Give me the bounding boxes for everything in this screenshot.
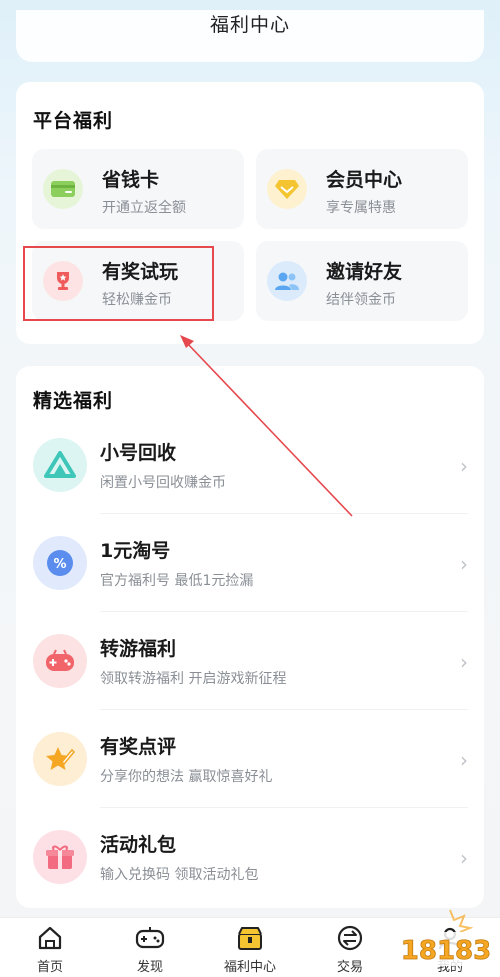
tab-home[interactable]: 首页 [10,924,90,975]
item-subtitle: 官方福利号 最低1元捡漏 [100,573,254,589]
tab-trade[interactable]: 交易 [310,924,390,975]
gift-icon [33,830,87,884]
tile-invite-friends[interactable]: 邀请好友 结伴领金币 [256,241,468,321]
exchange-icon [310,924,390,952]
item-subtitle: 闲置小号回收赚金币 [100,475,226,491]
tab-welfare-center[interactable]: 福利中心 [210,924,290,975]
tab-label: 交易 [336,960,363,975]
svg-text:18183: 18183 [401,936,491,966]
home-icon [10,924,90,952]
gamepad-icon [33,634,87,688]
tile-title: 邀请好友 [326,261,403,283]
tab-discover[interactable]: 发现 [110,924,190,975]
item-title: 转游福利 [100,638,177,660]
tile-subtitle: 结伴领金币 [326,292,396,308]
watermark-logo: 18183 [390,906,500,977]
tile-member-center[interactable]: 会员中心 享专属特惠 [256,149,468,229]
item-title: 小号回收 [100,442,177,464]
item-title: 1元淘号 [100,540,171,562]
page-title: 福利中心 [209,13,290,36]
item-title: 活动礼包 [100,834,177,856]
friends-icon [267,261,307,301]
item-subtitle: 输入兑换码 领取活动礼包 [100,867,259,883]
treasure-box-icon [210,924,290,952]
tile-title: 省钱卡 [102,169,160,191]
recycle-icon [33,438,87,492]
tab-label: 发现 [136,960,163,975]
percent-badge-icon: % [33,536,87,590]
platform-benefits-panel: 平台福利 省钱卡 开通立返全额 会员中心 享专属特惠 有奖试玩 轻松赚金币 邀请… [16,82,484,344]
tile-subtitle: 享专属特惠 [326,200,396,216]
diamond-icon [267,169,307,209]
tile-title: 会员中心 [326,169,403,191]
chevron-right-icon: › [460,650,468,674]
pen-star-icon [33,732,87,786]
chevron-right-icon: › [460,846,468,870]
tile-savings-card[interactable]: 省钱卡 开通立返全额 [32,149,244,229]
chevron-right-icon: › [460,552,468,576]
featured-benefits-panel: 精选福利 小号回收 闲置小号回收赚金币 › % 1元淘号 官方福利号 最低1元捡… [16,366,484,908]
wallet-card-icon [43,169,83,209]
item-title: 有奖点评 [100,736,177,758]
header: 福利中心 [0,0,500,46]
list-item-event-gift[interactable]: 活动礼包 输入兑换码 领取活动礼包 › [16,808,484,906]
chevron-right-icon: › [460,748,468,772]
item-subtitle: 分享你的想法 赢取惊喜好礼 [100,769,273,785]
tile-subtitle: 轻松赚金币 [102,292,172,308]
tab-label: 福利中心 [223,960,276,975]
trophy-icon [43,261,83,301]
game-controller-icon [110,924,190,952]
chevron-right-icon: › [460,454,468,478]
list-item-game-transfer[interactable]: 转游福利 领取转游福利 开启游戏新征程 › [16,612,484,710]
list-item-account-recycle[interactable]: 小号回收 闲置小号回收赚金币 › [16,416,484,514]
tab-label: 首页 [36,960,63,975]
list-item-one-yuan-account[interactable]: % 1元淘号 官方福利号 最低1元捡漏 › [16,514,484,612]
svg-text:%: % [53,557,66,572]
item-subtitle: 领取转游福利 开启游戏新征程 [100,671,287,687]
tile-title: 有奖试玩 [102,261,179,283]
section-title-featured: 精选福利 [33,390,114,412]
section-title-platform: 平台福利 [33,110,114,132]
tile-reward-trial[interactable]: 有奖试玩 轻松赚金币 [32,241,244,321]
list-item-reward-review[interactable]: 有奖点评 分享你的想法 赢取惊喜好礼 › [16,710,484,808]
tile-subtitle: 开通立返全额 [102,200,186,216]
